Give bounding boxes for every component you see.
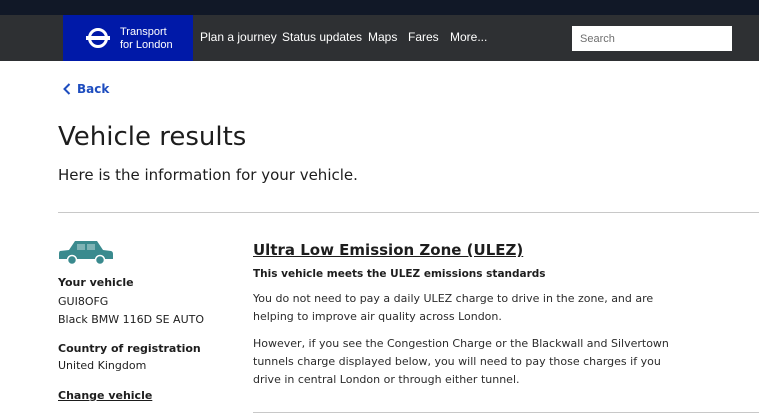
- back-label: Back: [77, 82, 110, 96]
- roundel-icon: [86, 28, 110, 48]
- country-value: United Kingdom: [58, 359, 147, 372]
- country-label: Country of registration: [58, 342, 201, 355]
- vehicle-description: Black BMW 116D SE AUTO: [58, 313, 205, 326]
- back-link[interactable]: Back: [63, 82, 109, 96]
- logo-line-2: for London: [120, 39, 173, 51]
- page-subtitle: Here is the information for your vehicle…: [58, 166, 358, 184]
- section-divider: [253, 412, 759, 413]
- nav-status-updates[interactable]: Status updates: [282, 30, 362, 44]
- page-title: Vehicle results: [58, 122, 247, 152]
- search-input[interactable]: [572, 26, 732, 51]
- ulez-paragraph-2: However, if you see the Congestion Charg…: [253, 337, 669, 386]
- top-strip: [0, 0, 759, 15]
- logo-line-1: Transport: [120, 26, 167, 38]
- car-icon: [59, 241, 113, 266]
- your-vehicle-label: Your vehicle: [58, 276, 134, 289]
- nav-maps[interactable]: Maps: [368, 30, 397, 44]
- nav-plan-journey[interactable]: Plan a journey: [200, 30, 277, 44]
- logo-text[interactable]: Transport for London: [120, 26, 173, 52]
- nav-more[interactable]: More...: [450, 30, 487, 44]
- vehicle-registration: GUI8OFG: [58, 295, 109, 308]
- ulez-status: This vehicle meets the ULEZ emissions st…: [253, 268, 546, 280]
- divider: [58, 212, 759, 213]
- ulez-paragraph-1: You do not need to pay a daily ULEZ char…: [253, 292, 654, 323]
- change-vehicle-link[interactable]: Change vehicle: [58, 389, 152, 402]
- nav-fares[interactable]: Fares: [408, 30, 439, 44]
- chevron-left-icon: [63, 83, 71, 95]
- ulez-title[interactable]: Ultra Low Emission Zone (ULEZ): [253, 241, 523, 259]
